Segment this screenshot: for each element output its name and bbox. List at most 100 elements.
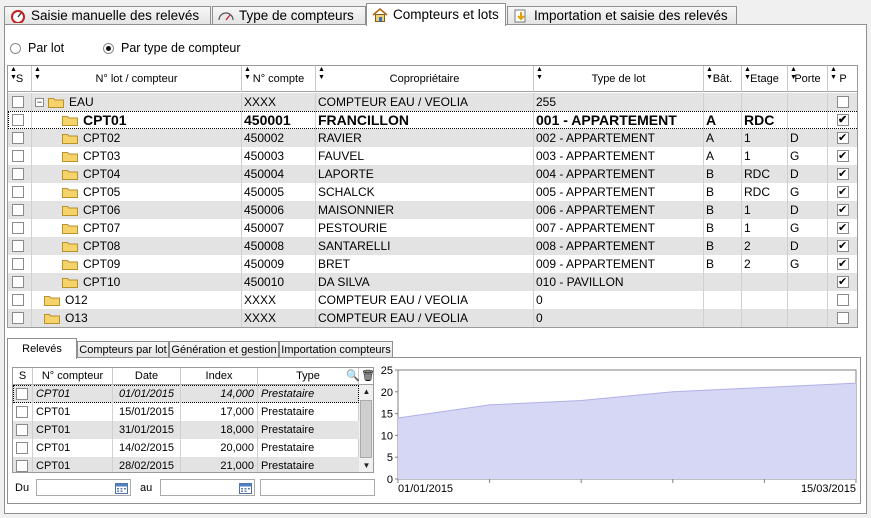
compteur-cell: CPT01 bbox=[33, 385, 113, 403]
releve-select-checkbox[interactable] bbox=[16, 424, 28, 436]
p-checkbox[interactable] bbox=[837, 312, 849, 324]
grid-header-col[interactable]: Type de lot ▲ ▼ bbox=[534, 66, 704, 92]
calendar-icon[interactable] bbox=[115, 482, 128, 494]
row-select-checkbox[interactable] bbox=[12, 312, 24, 324]
row-select-checkbox[interactable] bbox=[12, 240, 24, 252]
proprietaire-cell: COMPTEUR EAU / VEOLIA bbox=[316, 309, 534, 327]
row-select-checkbox[interactable] bbox=[12, 258, 24, 270]
table-row[interactable]: CPT04 450004 LAPORTE 004 - APPARTEMENT B RDC D bbox=[8, 165, 857, 183]
table-row[interactable]: CPT05 450005 SCHALCK 005 - APPARTEMENT B RDC G bbox=[8, 183, 857, 201]
row-select-checkbox[interactable] bbox=[12, 222, 24, 234]
etage-cell: 2 bbox=[742, 255, 788, 273]
table-row[interactable]: CPT10 450010 DA SILVA 010 - PAVILLON bbox=[8, 273, 857, 291]
row-select-checkbox[interactable] bbox=[12, 114, 24, 126]
date-from-input[interactable] bbox=[36, 479, 131, 496]
tab-compteurs-et-lots[interactable]: Compteurs et lots bbox=[366, 3, 506, 26]
proprietaire-cell: SANTARELLI bbox=[316, 237, 534, 255]
type-lot-cell: 007 - APPARTEMENT bbox=[534, 219, 704, 237]
tab-importation[interactable]: Importation et saisie des relevés bbox=[507, 6, 737, 25]
row-select-checkbox[interactable] bbox=[12, 186, 24, 198]
releves-header-col[interactable]: S bbox=[13, 368, 33, 385]
date-to-input[interactable] bbox=[160, 479, 255, 496]
p-checkbox[interactable] bbox=[837, 112, 849, 128]
porte-cell: D bbox=[788, 201, 828, 219]
p-checkbox[interactable] bbox=[837, 294, 849, 306]
grid-header-col[interactable]: S ▲ ▼ bbox=[8, 66, 32, 92]
table-row[interactable]: CPT03 450003 FAUVEL 003 - APPARTEMENT A 1 G bbox=[8, 147, 857, 165]
calendar-icon[interactable] bbox=[239, 482, 252, 494]
table-row[interactable]: CPT01 450001 FRANCILLON 001 - APPARTEMENT A R… bbox=[8, 111, 857, 129]
radio-par-type-compteur[interactable]: Par type de compteur bbox=[103, 40, 241, 56]
releves-row[interactable]: CPT01 01/01/2015 14,000 Prestataire bbox=[13, 385, 359, 403]
tab-type-compteurs[interactable]: Type de compteurs bbox=[212, 6, 366, 25]
releve-select-checkbox[interactable] bbox=[16, 460, 28, 472]
tab-relev-s[interactable]: Relevés bbox=[7, 338, 77, 359]
scroll-up-arrow-icon[interactable]: ▲ bbox=[359, 385, 373, 399]
releves-row[interactable]: CPT01 15/01/2015 17,000 Prestataire bbox=[13, 403, 359, 421]
grid-header-col[interactable]: N° lot / compteur ▲ ▼ bbox=[32, 66, 242, 92]
porte-cell: D bbox=[788, 237, 828, 255]
tab-compteurs-par-lot[interactable]: Compteurs par lot bbox=[77, 341, 169, 358]
p-checkbox[interactable] bbox=[837, 220, 849, 236]
etage-cell: RDC bbox=[742, 165, 788, 183]
folder-icon bbox=[62, 278, 78, 288]
p-checkbox[interactable] bbox=[837, 148, 849, 164]
grid-header-col[interactable]: P ▲ ▼ bbox=[828, 66, 857, 92]
delete-icon[interactable]: 🗑 bbox=[361, 369, 373, 383]
p-checkbox[interactable] bbox=[837, 130, 849, 146]
lot-cell: CPT06 bbox=[32, 201, 242, 219]
p-checkbox[interactable] bbox=[837, 274, 849, 290]
releves-header-col[interactable]: Index bbox=[181, 368, 258, 385]
radio-par-lot[interactable]: Par lot bbox=[10, 40, 64, 56]
p-checkbox[interactable] bbox=[837, 96, 849, 108]
type-lot-cell: 006 - APPARTEMENT bbox=[534, 201, 704, 219]
row-select-checkbox[interactable] bbox=[12, 132, 24, 144]
scroll-down-arrow-icon[interactable]: ▼ bbox=[359, 459, 373, 472]
grid-header-col[interactable]: Copropriétaire ▲ ▼ bbox=[316, 66, 534, 92]
table-row[interactable]: CPT08 450008 SANTARELLI 008 - APPARTEMENT B 2… bbox=[8, 237, 857, 255]
releves-scrollbar[interactable]: ▲ ▼ bbox=[358, 385, 373, 472]
releves-row[interactable]: CPT01 14/02/2015 20,000 Prestataire bbox=[13, 439, 359, 457]
table-row[interactable]: − EAU XXXX COMPTEUR EAU / VEOLIA 255 bbox=[8, 93, 857, 111]
releves-header-col[interactable]: Date bbox=[113, 368, 181, 385]
releves-header-col[interactable]: N° compteur bbox=[33, 368, 113, 385]
tab-saisie-manuelle[interactable]: Saisie manuelle des relevés bbox=[4, 6, 211, 25]
releves-row[interactable]: CPT01 31/01/2015 18,000 Prestataire bbox=[13, 421, 359, 439]
row-select-checkbox[interactable] bbox=[12, 96, 24, 108]
releves-header-col[interactable]: Type bbox=[258, 368, 359, 385]
tab-importation-compteurs[interactable]: Importation compteurs bbox=[279, 341, 393, 358]
releves-row[interactable]: CPT01 28/02/2015 21,000 Prestataire bbox=[13, 457, 359, 472]
grid-header-col[interactable]: N° compte ▲ ▼ bbox=[242, 66, 316, 92]
table-row[interactable]: CPT07 450007 PESTOURIE 007 - APPARTEMENT B 1 G bbox=[8, 219, 857, 237]
search-icon[interactable]: 🔍 bbox=[346, 369, 360, 383]
p-checkbox[interactable] bbox=[837, 256, 849, 272]
grid-header-col[interactable]: Porte ▲ ▼ bbox=[788, 66, 828, 92]
lot-cell: CPT05 bbox=[32, 183, 242, 201]
compte-cell: 450004 bbox=[242, 165, 316, 183]
p-checkbox[interactable] bbox=[837, 238, 849, 254]
tab-g-n-ration-et-gestion[interactable]: Génération et gestion bbox=[169, 341, 279, 358]
compte-cell: 450010 bbox=[242, 273, 316, 291]
p-checkbox[interactable] bbox=[837, 184, 849, 200]
grid-header-col[interactable]: Bât. ▲ ▼ bbox=[704, 66, 742, 92]
row-select-checkbox[interactable] bbox=[12, 204, 24, 216]
table-row[interactable]: CPT02 450002 RAVIER 002 - APPARTEMENT A 1 D bbox=[8, 129, 857, 147]
row-select-checkbox[interactable] bbox=[12, 276, 24, 288]
grid-header-col[interactable]: Etage ▲ ▼ bbox=[742, 66, 788, 92]
row-select-checkbox[interactable] bbox=[12, 294, 24, 306]
filter-extra-input[interactable] bbox=[260, 479, 375, 496]
releve-select-checkbox[interactable] bbox=[16, 388, 28, 400]
data-point bbox=[580, 399, 582, 402]
row-select-checkbox[interactable] bbox=[12, 168, 24, 180]
row-select-checkbox[interactable] bbox=[12, 150, 24, 162]
scroll-thumb[interactable] bbox=[360, 400, 372, 458]
releve-select-checkbox[interactable] bbox=[16, 406, 28, 418]
tree-collapse-icon[interactable]: − bbox=[35, 98, 44, 107]
table-row[interactable]: O12 XXXX COMPTEUR EAU / VEOLIA 0 bbox=[8, 291, 857, 309]
table-row[interactable]: CPT09 450009 BRET 009 - APPARTEMENT B 2 G bbox=[8, 255, 857, 273]
table-row[interactable]: O13 XXXX COMPTEUR EAU / VEOLIA 0 bbox=[8, 309, 857, 327]
table-row[interactable]: CPT06 450006 MAISONNIER 006 - APPARTEMENT B 1… bbox=[8, 201, 857, 219]
p-checkbox[interactable] bbox=[837, 202, 849, 218]
releve-select-checkbox[interactable] bbox=[16, 442, 28, 454]
p-checkbox[interactable] bbox=[837, 166, 849, 182]
